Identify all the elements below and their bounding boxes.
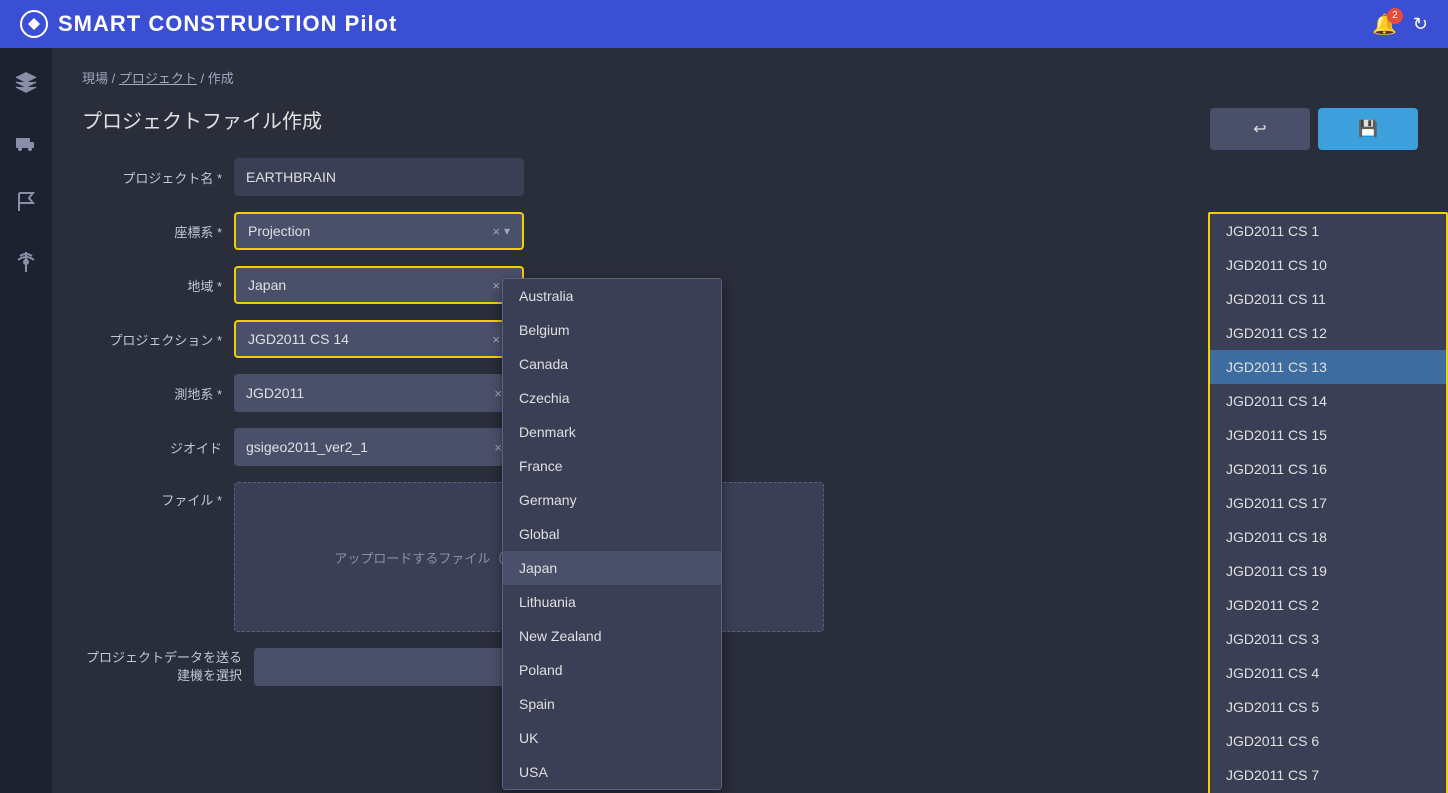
projection-dropdown: JGD2011 CS 1JGD2011 CS 10JGD2011 CS 11JG… bbox=[1208, 212, 1448, 793]
coordinate-label: 座標系 * bbox=[82, 222, 222, 241]
sidebar-icon-flag[interactable] bbox=[8, 184, 44, 220]
country-item[interactable]: New Zealand bbox=[503, 619, 721, 653]
region-select[interactable]: Japan × ▾ bbox=[234, 266, 524, 304]
country-item[interactable]: Japan bbox=[503, 551, 721, 585]
breadcrumb-current: 作成 bbox=[208, 71, 234, 86]
notification-badge: 2 bbox=[1387, 8, 1403, 24]
header-actions: 🔔 2 ↻ bbox=[1372, 12, 1428, 37]
coordinate-select[interactable]: Projection × ▾ bbox=[234, 212, 524, 250]
projection-item[interactable]: JGD2011 CS 19 bbox=[1210, 554, 1446, 588]
action-buttons: ↩ 💾 bbox=[1210, 108, 1418, 150]
project-name-row: プロジェクト名 * bbox=[82, 158, 1418, 196]
projection-label: プロジェクション * bbox=[82, 330, 222, 349]
projection-item[interactable]: JGD2011 CS 12 bbox=[1210, 316, 1446, 350]
breadcrumb-site: 現場 bbox=[82, 71, 108, 86]
projection-item[interactable]: JGD2011 CS 5 bbox=[1210, 690, 1446, 724]
projection-item[interactable]: JGD2011 CS 11 bbox=[1210, 282, 1446, 316]
projection-item[interactable]: JGD2011 CS 17 bbox=[1210, 486, 1446, 520]
projection-item[interactable]: JGD2011 CS 14 bbox=[1210, 384, 1446, 418]
save-icon: 💾 bbox=[1358, 119, 1378, 139]
projection-clear[interactable]: × bbox=[492, 332, 500, 347]
country-item[interactable]: Lithuania bbox=[503, 585, 721, 619]
coordinate-value: Projection bbox=[248, 223, 492, 239]
region-value: Japan bbox=[248, 277, 492, 293]
country-item[interactable]: France bbox=[503, 449, 721, 483]
projection-item[interactable]: JGD2011 CS 18 bbox=[1210, 520, 1446, 554]
coordinate-arrow: ▾ bbox=[504, 224, 510, 238]
datum-label: 測地系 * bbox=[82, 384, 222, 403]
sidebar-icon-layers[interactable] bbox=[8, 64, 44, 100]
projection-item[interactable]: JGD2011 CS 6 bbox=[1210, 724, 1446, 758]
sidebar-icon-machine[interactable] bbox=[8, 124, 44, 160]
refresh-button[interactable]: ↻ bbox=[1413, 14, 1428, 35]
datum-select[interactable]: JGD2011 × ▾ bbox=[234, 374, 524, 412]
app-title: SMART CONSTRUCTION Pilot bbox=[20, 10, 397, 38]
geoid-clear[interactable]: × bbox=[494, 440, 502, 455]
projection-item[interactable]: JGD2011 CS 10 bbox=[1210, 248, 1446, 282]
app-header: SMART CONSTRUCTION Pilot 🔔 2 ↻ bbox=[0, 0, 1448, 48]
projection-select[interactable]: JGD2011 CS 14 × ▾ bbox=[234, 320, 524, 358]
breadcrumb: 現場 / プロジェクト / 作成 bbox=[82, 68, 1418, 87]
save-button[interactable]: 💾 bbox=[1318, 108, 1418, 150]
back-icon: ↩ bbox=[1253, 119, 1266, 139]
main-layout: 現場 / プロジェクト / 作成 プロジェクトファイル作成 ↩ 💾 プロジェクト… bbox=[0, 48, 1448, 793]
country-item[interactable]: Canada bbox=[503, 347, 721, 381]
datum-clear[interactable]: × bbox=[494, 386, 502, 401]
main-content: 現場 / プロジェクト / 作成 プロジェクトファイル作成 ↩ 💾 プロジェクト… bbox=[52, 48, 1448, 793]
country-item[interactable]: Poland bbox=[503, 653, 721, 687]
logo-icon bbox=[20, 10, 48, 38]
country-item[interactable]: Spain bbox=[503, 687, 721, 721]
country-item[interactable]: Global bbox=[503, 517, 721, 551]
country-dropdown: AustraliaBelgiumCanadaCzechiaDenmarkFran… bbox=[502, 278, 722, 790]
back-button[interactable]: ↩ bbox=[1210, 108, 1310, 150]
sidebar bbox=[0, 48, 52, 793]
device-label: プロジェクトデータを送る建機を選択 bbox=[82, 649, 242, 685]
projection-item[interactable]: JGD2011 CS 2 bbox=[1210, 588, 1446, 622]
geoid-select[interactable]: gsigeo2011_ver2_1 × ▾ bbox=[234, 428, 524, 466]
projection-item[interactable]: JGD2011 CS 7 bbox=[1210, 758, 1446, 792]
file-label: ファイル * bbox=[82, 482, 222, 509]
country-item[interactable]: Czechia bbox=[503, 381, 721, 415]
breadcrumb-project-link[interactable]: プロジェクト bbox=[119, 71, 197, 86]
country-item[interactable]: Denmark bbox=[503, 415, 721, 449]
projection-item[interactable]: JGD2011 CS 1 bbox=[1210, 214, 1446, 248]
projection-item[interactable]: JGD2011 CS 4 bbox=[1210, 656, 1446, 690]
geoid-value: gsigeo2011_ver2_1 bbox=[246, 439, 494, 455]
country-item[interactable]: Belgium bbox=[503, 313, 721, 347]
projection-value: JGD2011 CS 14 bbox=[248, 331, 492, 347]
region-label: 地域 * bbox=[82, 276, 222, 295]
geoid-label: ジオイド bbox=[82, 438, 222, 457]
projection-item[interactable]: JGD2011 CS 15 bbox=[1210, 418, 1446, 452]
datum-value: JGD2011 bbox=[246, 385, 494, 401]
project-name-input[interactable] bbox=[234, 158, 524, 196]
projection-item[interactable]: JGD2011 CS 3 bbox=[1210, 622, 1446, 656]
coordinate-clear[interactable]: × bbox=[492, 224, 500, 239]
country-item[interactable]: Australia bbox=[503, 279, 721, 313]
region-clear[interactable]: × bbox=[492, 278, 500, 293]
app-title-text: SMART CONSTRUCTION Pilot bbox=[58, 11, 397, 37]
projection-item[interactable]: JGD2011 CS 16 bbox=[1210, 452, 1446, 486]
device-select[interactable]: ▾ bbox=[254, 648, 544, 686]
country-item[interactable]: UK bbox=[503, 721, 721, 755]
breadcrumb-sep2: / bbox=[201, 71, 208, 86]
notification-button[interactable]: 🔔 2 bbox=[1372, 12, 1397, 37]
project-name-label: プロジェクト名 * bbox=[82, 168, 222, 187]
projection-item[interactable]: JGD2011 CS 13 bbox=[1210, 350, 1446, 384]
country-item[interactable]: Germany bbox=[503, 483, 721, 517]
sidebar-icon-antenna[interactable] bbox=[8, 244, 44, 280]
country-item[interactable]: USA bbox=[503, 755, 721, 789]
breadcrumb-sep1: / bbox=[112, 71, 119, 86]
